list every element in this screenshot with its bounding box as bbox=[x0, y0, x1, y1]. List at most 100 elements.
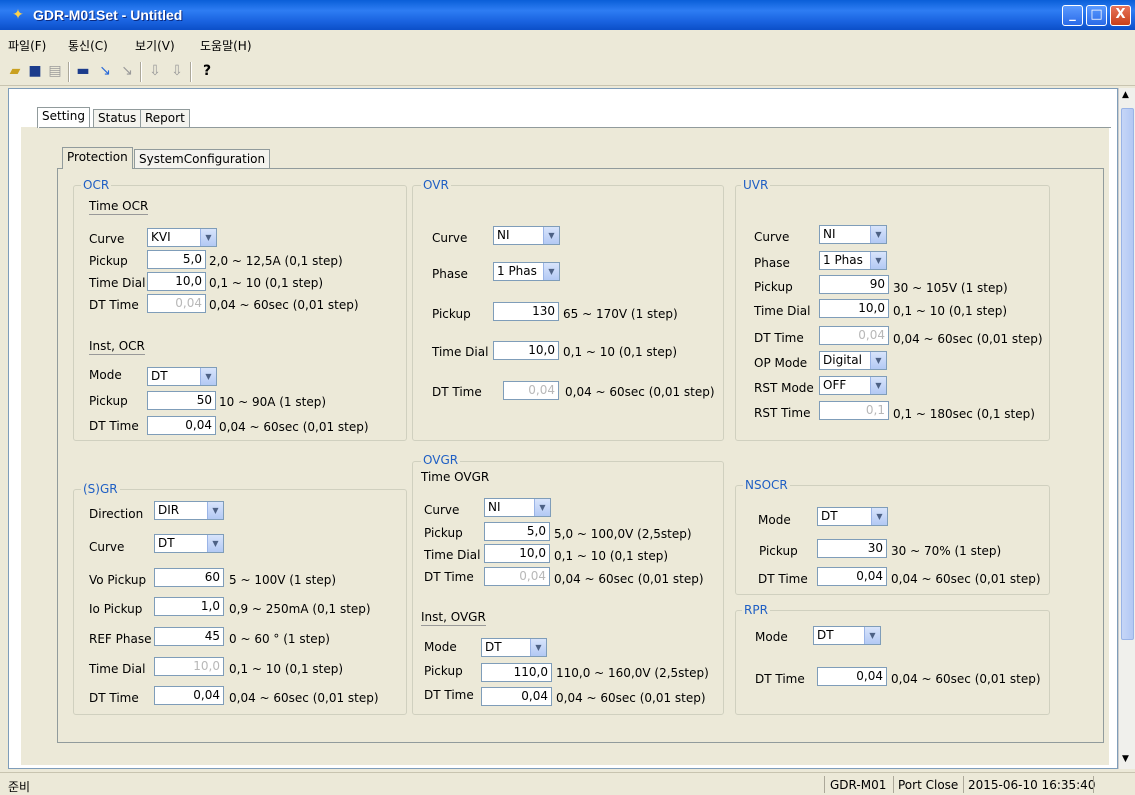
chevron-down-icon[interactable]: ▼ bbox=[200, 229, 216, 246]
chevron-down-icon[interactable]: ▼ bbox=[207, 502, 223, 519]
ocr-inst-pickup-input[interactable]: 50 bbox=[147, 391, 216, 410]
uvr-pickup-input[interactable]: 90 bbox=[819, 275, 889, 294]
sgr-io-pickup-range: 0,9 ~ 250mA (0,1 step) bbox=[229, 602, 371, 616]
uvr-curve-select[interactable]: NI ▼ bbox=[819, 225, 887, 244]
nsocr-mode-select[interactable]: DT ▼ bbox=[817, 507, 888, 526]
upload-icon[interactable]: ⇩ bbox=[168, 61, 186, 81]
menu-file[interactable]: 파일(F) bbox=[8, 37, 46, 54]
chevron-down-icon[interactable]: ▼ bbox=[870, 226, 886, 243]
ovr-time-dial-input[interactable]: 10,0 bbox=[493, 341, 559, 360]
maximize-button[interactable]: □ bbox=[1086, 5, 1107, 26]
download-icon[interactable]: ⇩ bbox=[146, 61, 164, 81]
uvr-time-dial-range: 0,1 ~ 10 (0,1 step) bbox=[893, 304, 1008, 318]
ovgr-mode-select[interactable]: DT ▼ bbox=[481, 638, 547, 657]
chevron-down-icon[interactable]: ▼ bbox=[870, 252, 886, 269]
uvr-op-mode-label: OP Mode bbox=[754, 356, 808, 370]
status-separator bbox=[963, 776, 964, 793]
unlink-icon[interactable]: ↘ bbox=[118, 61, 136, 81]
new-icon[interactable]: ▤ bbox=[46, 61, 64, 81]
ovgr-inst-pickup-label: Pickup bbox=[424, 664, 463, 678]
sgr-curve-value: DT bbox=[158, 536, 175, 550]
sgr-vo-pickup-input[interactable]: 60 bbox=[154, 568, 224, 587]
toolbar-separator bbox=[140, 62, 142, 82]
status-separator bbox=[893, 776, 894, 793]
chevron-down-icon[interactable]: ▼ bbox=[543, 263, 559, 280]
open-icon[interactable]: ▰ bbox=[6, 61, 24, 81]
chevron-down-icon[interactable]: ▼ bbox=[530, 639, 546, 656]
tab-status[interactable]: Status bbox=[93, 109, 142, 127]
ovgr-dt-time-label: DT Time bbox=[424, 570, 474, 584]
sgr-dt-time-input[interactable]: 0,04 bbox=[154, 686, 224, 705]
vertical-scrollbar[interactable]: ▲ ▼ bbox=[1118, 88, 1135, 769]
minimize-button[interactable]: _ bbox=[1062, 5, 1083, 26]
chevron-down-icon[interactable]: ▼ bbox=[870, 352, 886, 369]
sgr-title: (S)GR bbox=[81, 482, 120, 496]
uvr-phase-value: 1 Phas bbox=[823, 253, 863, 267]
ocr-time-dial-input[interactable]: 10,0 bbox=[147, 272, 206, 291]
ovgr-time-dial-input[interactable]: 10,0 bbox=[484, 544, 550, 563]
chevron-down-icon[interactable]: ▼ bbox=[200, 368, 216, 385]
ovr-curve-label: Curve bbox=[432, 231, 468, 245]
ovgr-inst-pickup-input[interactable]: 110,0 bbox=[481, 663, 552, 682]
close-button[interactable]: X bbox=[1110, 5, 1131, 26]
ocr-curve-select[interactable]: KVI ▼ bbox=[147, 228, 217, 247]
ocr-dt-time-input[interactable]: 0,04 bbox=[147, 294, 206, 313]
ovr-dt-time-input[interactable]: 0,04 bbox=[503, 381, 559, 400]
link-icon[interactable]: ↘ bbox=[96, 61, 114, 81]
nsocr-mode-value: DT bbox=[821, 509, 838, 523]
scroll-down-icon[interactable]: ▼ bbox=[1122, 754, 1129, 764]
scroll-up-icon[interactable]: ▲ bbox=[1122, 90, 1129, 100]
uvr-time-dial-input[interactable]: 10,0 bbox=[819, 299, 889, 318]
connect-icon[interactable]: ▬ bbox=[74, 61, 92, 81]
ovgr-curve-select[interactable]: NI ▼ bbox=[484, 498, 551, 517]
ocr-pickup-input[interactable]: 5,0 bbox=[147, 250, 206, 269]
ocr-inst-dt-label: DT Time bbox=[89, 419, 139, 433]
chevron-down-icon[interactable]: ▼ bbox=[207, 535, 223, 552]
ovgr-inst-dt-input[interactable]: 0,04 bbox=[481, 687, 552, 706]
nsocr-pickup-input[interactable]: 30 bbox=[817, 539, 887, 558]
uvr-rst-time-input[interactable]: 0,1 bbox=[819, 401, 889, 420]
menu-view[interactable]: 보기(V) bbox=[135, 37, 175, 54]
ovgr-dt-time-input[interactable]: 0,04 bbox=[484, 567, 550, 586]
chevron-down-icon[interactable]: ▼ bbox=[864, 627, 880, 644]
uvr-rst-mode-select[interactable]: OFF ▼ bbox=[819, 376, 887, 395]
uvr-phase-select[interactable]: 1 Phas ▼ bbox=[819, 251, 887, 270]
save-icon[interactable]: ■ bbox=[26, 61, 44, 81]
sgr-io-pickup-input[interactable]: 1,0 bbox=[154, 597, 224, 616]
nsocr-dt-time-label: DT Time bbox=[758, 572, 808, 586]
ocr-inst-dt-input[interactable]: 0,04 bbox=[147, 416, 216, 435]
tab-protection[interactable]: Protection bbox=[62, 147, 133, 169]
menu-comm[interactable]: 통신(C) bbox=[68, 37, 108, 54]
ovr-phase-select[interactable]: 1 Phas ▼ bbox=[493, 262, 560, 281]
ovr-curve-select[interactable]: NI ▼ bbox=[493, 226, 560, 245]
sgr-direction-select[interactable]: DIR ▼ bbox=[154, 501, 224, 520]
sgr-ref-phase-input[interactable]: 45 bbox=[154, 627, 224, 646]
time-ocr-title: Time OCR bbox=[89, 199, 149, 215]
nsocr-mode-label: Mode bbox=[758, 513, 791, 527]
ocr-dt-time-range: 0,04 ~ 60sec (0,01 step) bbox=[209, 298, 359, 312]
chevron-down-icon[interactable]: ▼ bbox=[870, 377, 886, 394]
tab-system-configuration[interactable]: SystemConfiguration bbox=[134, 149, 271, 168]
scroll-thumb[interactable] bbox=[1121, 108, 1134, 640]
tab-setting[interactable]: Setting bbox=[37, 107, 90, 128]
ovr-pickup-input[interactable]: 130 bbox=[493, 302, 559, 321]
ocr-dt-time-label: DT Time bbox=[89, 298, 139, 312]
tab-report[interactable]: Report bbox=[140, 109, 190, 127]
status-device: GDR-M01 bbox=[830, 778, 887, 792]
menu-help[interactable]: 도움말(H) bbox=[200, 37, 252, 54]
sgr-curve-select[interactable]: DT ▼ bbox=[154, 534, 224, 553]
nsocr-dt-time-input[interactable]: 0,04 bbox=[817, 567, 887, 586]
sgr-time-dial-input[interactable]: 10,0 bbox=[154, 657, 224, 676]
ocr-mode-select[interactable]: DT ▼ bbox=[147, 367, 217, 386]
ovgr-pickup-range: 5,0 ~ 100,0V (2,5step) bbox=[554, 527, 692, 541]
uvr-dt-time-label: DT Time bbox=[754, 331, 804, 345]
rpr-dt-time-input[interactable]: 0,04 bbox=[817, 667, 887, 686]
ovgr-pickup-input[interactable]: 5,0 bbox=[484, 522, 550, 541]
chevron-down-icon[interactable]: ▼ bbox=[543, 227, 559, 244]
uvr-op-mode-select[interactable]: Digital ▼ bbox=[819, 351, 887, 370]
chevron-down-icon[interactable]: ▼ bbox=[871, 508, 887, 525]
rpr-mode-select[interactable]: DT ▼ bbox=[813, 626, 881, 645]
help-icon[interactable]: ? bbox=[198, 61, 216, 81]
uvr-dt-time-input[interactable]: 0,04 bbox=[819, 326, 889, 345]
chevron-down-icon[interactable]: ▼ bbox=[534, 499, 550, 516]
